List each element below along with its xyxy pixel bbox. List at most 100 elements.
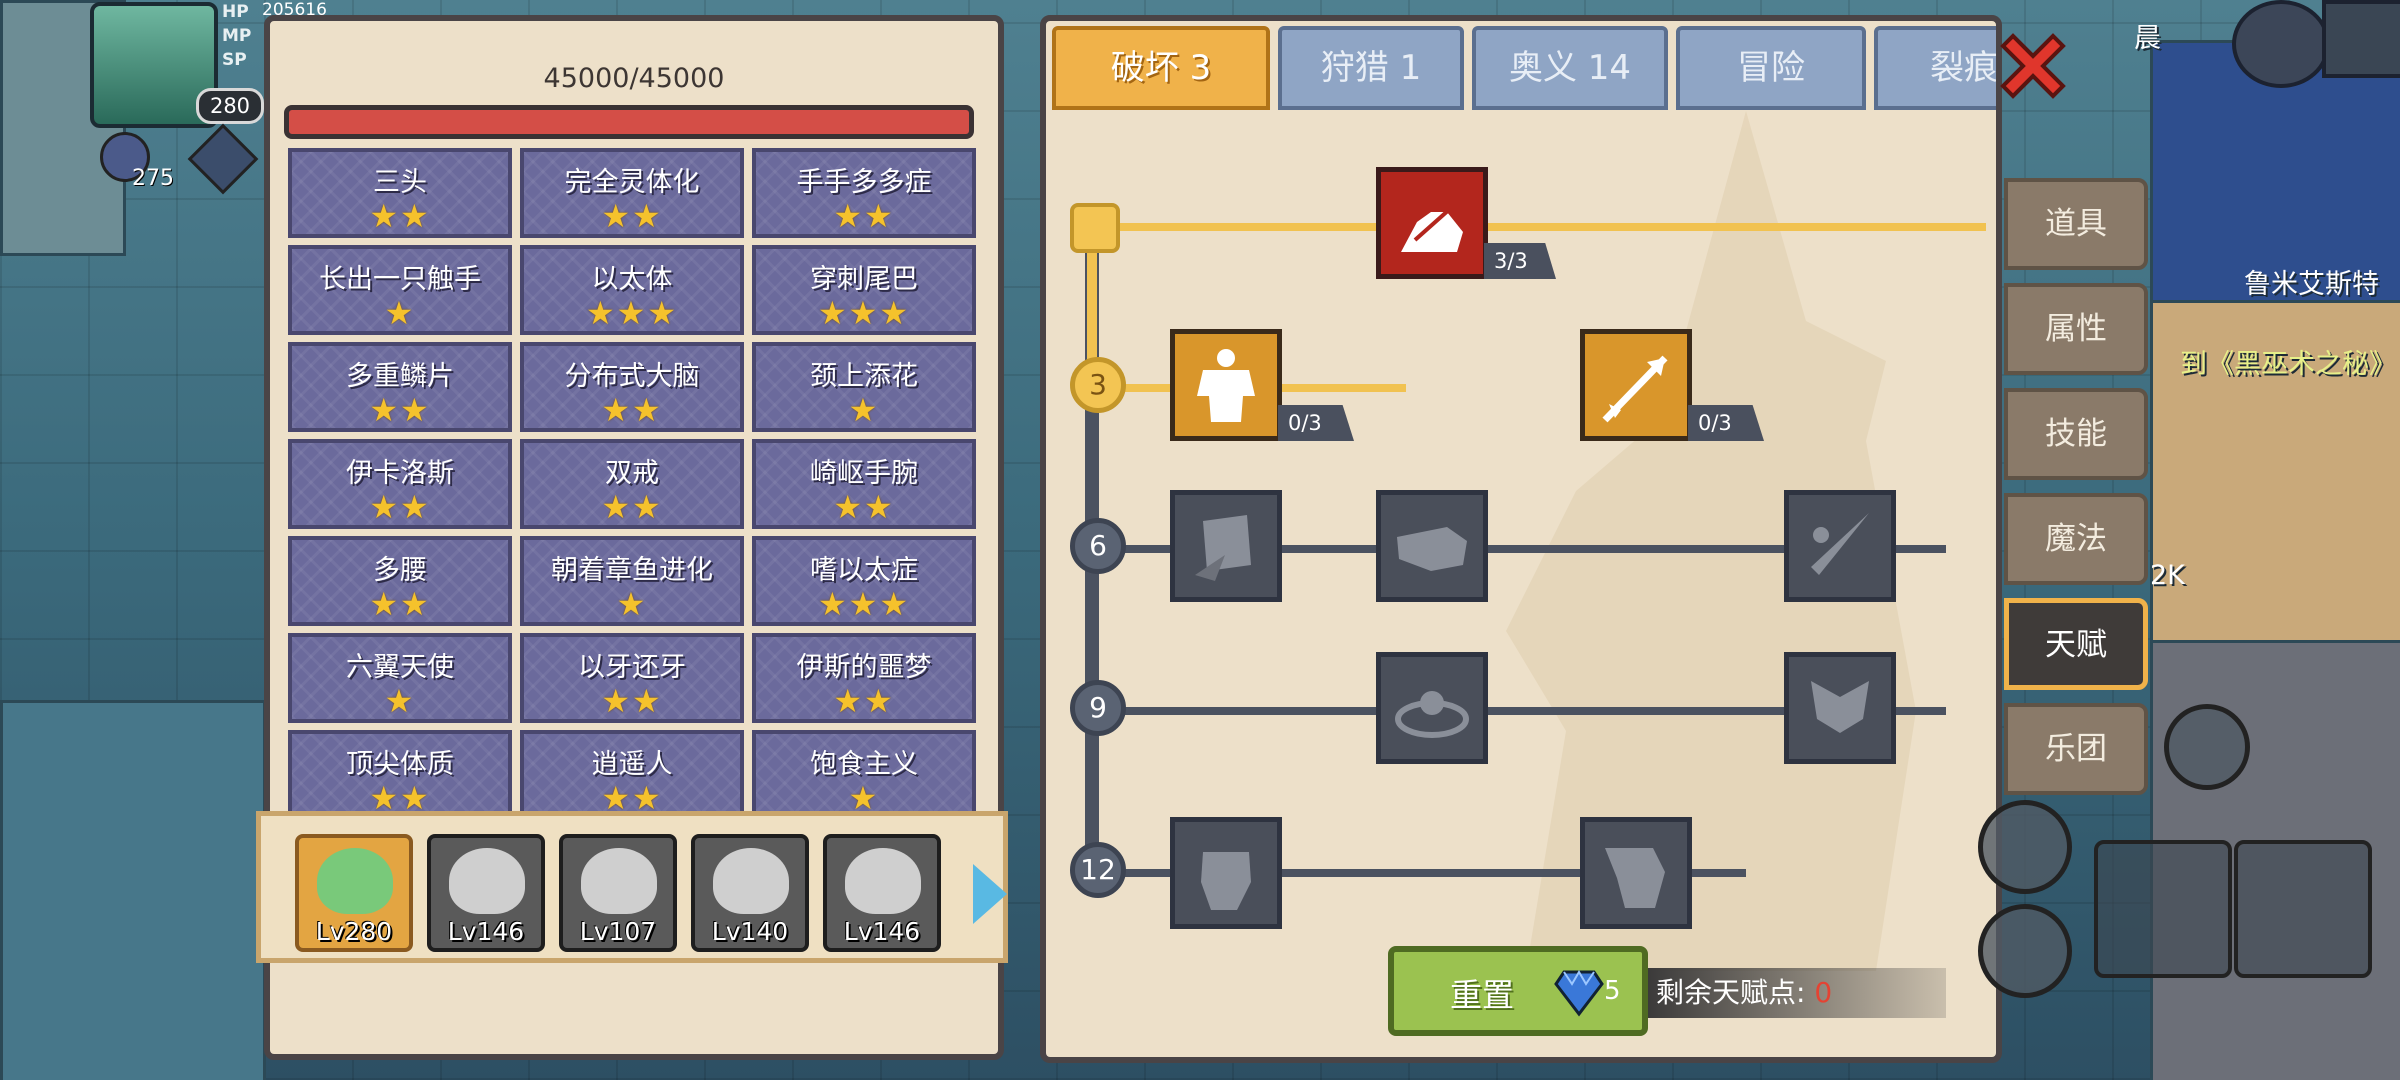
- trait-cell[interactable]: 多腰 ★★: [288, 536, 512, 626]
- reset-label: 重置: [1450, 976, 1515, 1014]
- trait-cell[interactable]: 三头 ★★: [288, 148, 512, 238]
- talent-counter: 3/3: [1484, 243, 1556, 279]
- sword-icon[interactable]: [2094, 840, 2232, 978]
- trait-cell[interactable]: 以牙还牙 ★★: [520, 633, 744, 723]
- trait-cell[interactable]: 六翼天使 ★: [288, 633, 512, 723]
- cards-icon: [1195, 515, 1251, 581]
- trait-cell[interactable]: 多重鳞片 ★★: [288, 342, 512, 432]
- character-slot[interactable]: Lv280: [295, 834, 413, 952]
- trait-cell[interactable]: 朝着章鱼进化 ★: [520, 536, 744, 626]
- diamond-icon: [1554, 970, 1604, 1017]
- trait-stars: ★: [616, 585, 648, 623]
- swap-icon[interactable]: [1978, 800, 2072, 894]
- muscle-body-icon: [1197, 349, 1255, 422]
- remaining-label: 剩余天赋点:: [1656, 976, 1806, 1009]
- trait-name: 伊斯的噩梦: [796, 652, 932, 683]
- trait-cell[interactable]: 手手多多症 ★★: [752, 148, 976, 238]
- trait-stars: ★★: [833, 682, 895, 720]
- hp-text: 45000/45000: [543, 63, 725, 94]
- row-badge-6: 6: [1070, 518, 1126, 574]
- globe-icon[interactable]: [2232, 0, 2330, 88]
- trait-stars: ★★: [369, 488, 431, 526]
- expand-icon[interactable]: [2322, 0, 2400, 78]
- talent-counter: 0/3: [1688, 405, 1764, 441]
- side-menu-item[interactable]: 技能: [2004, 388, 2148, 480]
- character-portrait: [845, 848, 921, 914]
- trait-stars: ★★: [369, 585, 431, 623]
- character-level: Lv146: [843, 917, 921, 946]
- trait-cell[interactable]: 双戒 ★★: [520, 439, 744, 529]
- remaining-value: 0: [1814, 976, 1833, 1009]
- row-badge-9: 9: [1070, 680, 1126, 736]
- character-slot[interactable]: Lv146: [823, 834, 941, 952]
- side-menu-item[interactable]: 乐团: [2004, 703, 2148, 795]
- trait-name: 崎岖手腕: [810, 458, 918, 489]
- floor-tile: [0, 700, 266, 1080]
- side-menu-item[interactable]: 魔法: [2004, 493, 2148, 585]
- bat-talent[interactable]: [1784, 652, 1896, 764]
- character-portrait: [713, 848, 789, 914]
- bat-wings-icon: [1811, 681, 1869, 733]
- trait-name: 颈上添花: [810, 361, 918, 392]
- trait-panel: 45000/45000 三头 ★★ 完全灵体化 ★★ 手手多多症 ★★ 长出一只触手 ★ 以太体…: [256, 15, 1008, 1060]
- trait-cell[interactable]: 伊斯的噩梦 ★★: [752, 633, 976, 723]
- trait-stars: ★★: [369, 391, 431, 429]
- arm-wrestle-talent[interactable]: [1376, 167, 1488, 279]
- claw-talent[interactable]: [1784, 490, 1896, 602]
- character-slot[interactable]: Lv107: [559, 834, 677, 952]
- trait-name: 三头: [373, 167, 427, 198]
- ring-icon: [1395, 691, 1469, 738]
- trait-name: 手手多多症: [796, 167, 932, 198]
- trait-cell[interactable]: 伊卡洛斯 ★★: [288, 439, 512, 529]
- fist-talent[interactable]: [1170, 817, 1282, 929]
- trait-stars: ★★: [833, 197, 895, 235]
- trait-stars: ★: [384, 294, 416, 332]
- trait-cell[interactable]: 逍遥人 ★★: [520, 730, 744, 820]
- trait-cell[interactable]: 饱食主义 ★: [752, 730, 976, 820]
- character-level: Lv280: [315, 917, 393, 946]
- trait-stars: ★★: [601, 488, 663, 526]
- trait-cell[interactable]: 穿刺尾巴 ★★★: [752, 245, 976, 335]
- close-icon[interactable]: [1993, 26, 2073, 106]
- arrow-talent[interactable]: [1580, 329, 1692, 441]
- trait-cell[interactable]: 崎岖手腕 ★★: [752, 439, 976, 529]
- buff-count: 275: [132, 166, 174, 191]
- character-portrait: [581, 848, 657, 914]
- character-slot[interactable]: Lv146: [427, 834, 545, 952]
- trait-cell[interactable]: 以太体 ★★★: [520, 245, 744, 335]
- reset-button[interactable]: 重置 5: [1388, 946, 1648, 1036]
- mp-label: MP: [222, 26, 252, 46]
- character-level: Lv107: [579, 917, 657, 946]
- trait-cell[interactable]: 长出一只触手 ★: [288, 245, 512, 335]
- talent-panel: 破坏 3 狩猎 1 奥义 14 冒险 裂痕 3 6 9 12 3/3 0/3 0/3: [1040, 15, 2002, 1063]
- trait-grid: 三头 ★★ 完全灵体化 ★★ 手手多多症 ★★ 长出一只触手 ★ 以太体 ★★★ 穿刺尾巴 ★★★ 多重…: [288, 148, 980, 828]
- body-talent[interactable]: [1170, 329, 1282, 441]
- remaining-points: 剩余天赋点: 0: [1648, 968, 1946, 1018]
- trait-name: 伊卡洛斯: [346, 458, 454, 489]
- hourglass-icon[interactable]: [2164, 704, 2250, 790]
- grip-talent[interactable]: [1580, 817, 1692, 929]
- trait-cell[interactable]: 颈上添花 ★: [752, 342, 976, 432]
- row-badge-12: 12: [1070, 842, 1126, 898]
- value-label: 2K: [2150, 560, 2185, 591]
- side-menu-item[interactable]: 属性: [2004, 283, 2148, 375]
- trait-stars: ★: [384, 682, 416, 720]
- next-arrow-icon[interactable]: [973, 864, 1007, 924]
- trait-cell[interactable]: 分布式大脑 ★★: [520, 342, 744, 432]
- aura-talent[interactable]: [1376, 652, 1488, 764]
- side-menu-item[interactable]: 天赋: [2004, 598, 2148, 690]
- compass-icon[interactable]: [1978, 904, 2072, 998]
- trait-cell[interactable]: 完全灵体化 ★★: [520, 148, 744, 238]
- side-menu-item[interactable]: 道具: [2004, 178, 2148, 270]
- punch-talent[interactable]: [1376, 490, 1488, 602]
- trait-cell[interactable]: 顶尖体质 ★★: [288, 730, 512, 820]
- character-portrait: [317, 848, 393, 914]
- talent-counter: 0/3: [1278, 405, 1354, 441]
- cards-talent[interactable]: [1170, 490, 1282, 602]
- trait-stars: ★★★: [817, 294, 911, 332]
- trait-name: 顶尖体质: [346, 749, 454, 780]
- bow-icon[interactable]: [2234, 840, 2372, 978]
- character-slot[interactable]: Lv140: [691, 834, 809, 952]
- trait-cell[interactable]: 嗜以太症 ★★★: [752, 536, 976, 626]
- trait-stars: ★★: [601, 682, 663, 720]
